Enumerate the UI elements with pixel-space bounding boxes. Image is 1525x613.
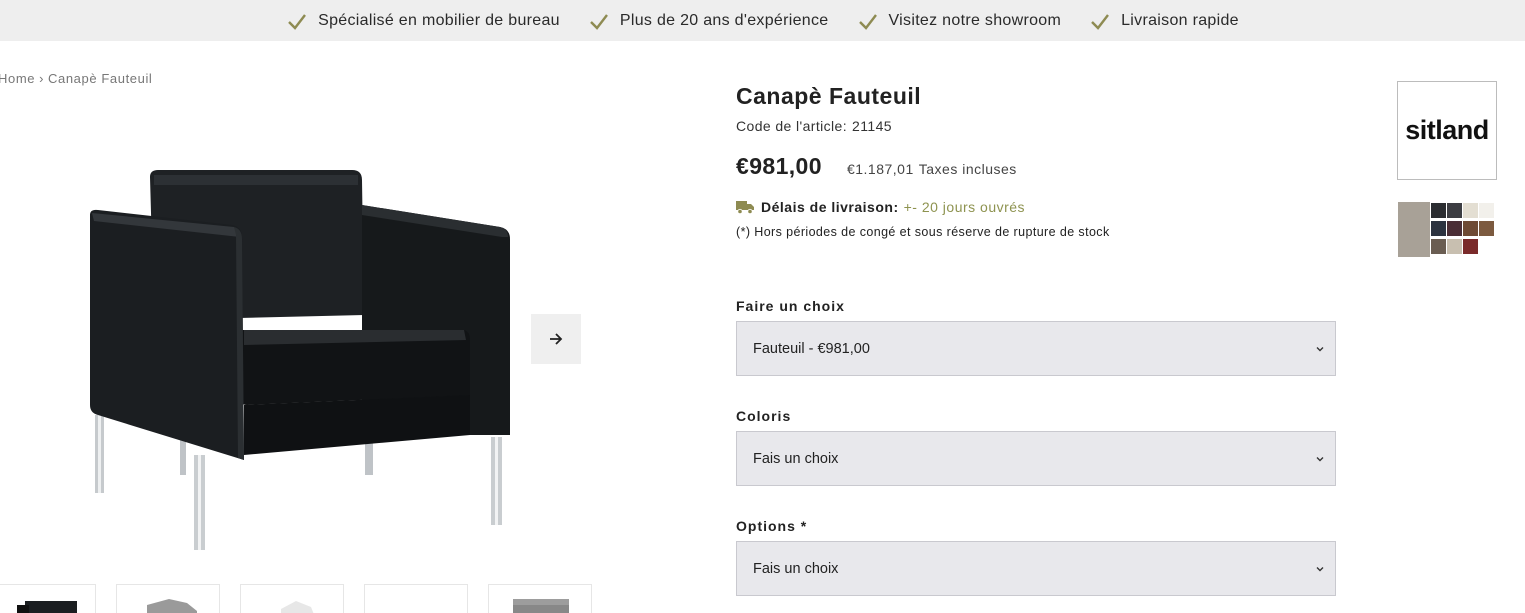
breadcrumb-separator: › xyxy=(39,71,45,86)
chevron-down-icon xyxy=(1316,457,1324,462)
color-select[interactable]: Fais un choix xyxy=(736,431,1336,486)
product-sku: Code de l'article: 21145 xyxy=(736,118,892,134)
option-label-color: Coloris xyxy=(736,408,792,424)
delivery-info: Délais de livraison: +- 20 jours ouvrés xyxy=(736,199,1025,215)
thumbnail-strip xyxy=(0,584,592,613)
options-select-value: Fais un choix xyxy=(753,560,839,577)
usp-item: Plus de 20 ans d'expérience xyxy=(588,10,829,32)
armchair-thumbnail-image xyxy=(281,601,314,613)
usp-label: Spécialisé en mobilier de bureau xyxy=(318,11,560,29)
breadcrumb-home-link[interactable]: Home xyxy=(0,71,35,86)
option-label-choice: Faire un choix xyxy=(736,298,845,314)
next-image-button[interactable] xyxy=(531,314,581,364)
chevron-down-icon xyxy=(1316,347,1324,352)
thumbnail[interactable] xyxy=(116,584,220,613)
usp-bar: Spécialisé en mobilier de bureau Plus de… xyxy=(0,0,1525,41)
options-select[interactable]: Fais un choix xyxy=(736,541,1336,596)
breadcrumb: Home › Canapè Fauteuil xyxy=(0,71,152,86)
thumbnail[interactable] xyxy=(364,584,468,613)
delivery-label: Délais de livraison: xyxy=(761,199,899,215)
delivery-value: +- 20 jours ouvrés xyxy=(903,199,1026,215)
option-label-options: Options * xyxy=(736,518,808,534)
usp-item: Visitez notre showroom xyxy=(857,10,1062,32)
brand-logo[interactable]: sitland xyxy=(1397,81,1497,180)
thumbnail[interactable] xyxy=(488,584,592,613)
usp-item: Livraison rapide xyxy=(1089,10,1239,32)
choice-select-value: Fauteuil - €981,00 xyxy=(753,340,870,357)
armchair-thumbnail-image xyxy=(147,599,197,613)
choice-select[interactable]: Fauteuil - €981,00 xyxy=(736,321,1336,376)
thumbnail[interactable] xyxy=(0,584,96,613)
sku-label: Code de l'article: xyxy=(736,118,848,134)
product-title: Canapè Fauteuil xyxy=(736,83,922,109)
truck-icon xyxy=(736,201,754,215)
check-icon xyxy=(858,13,877,30)
color-select-value: Fais un choix xyxy=(753,450,839,467)
sofa-thumbnail-image xyxy=(513,599,569,613)
chevron-down-icon xyxy=(1316,567,1324,572)
thumbnail[interactable] xyxy=(240,584,344,613)
check-icon xyxy=(288,13,307,30)
armchair-thumbnail-image xyxy=(17,601,77,613)
usp-label: Plus de 20 ans d'expérience xyxy=(619,11,829,29)
stock-note: (*) Hors périodes de congé et sous réser… xyxy=(736,225,1110,239)
arrow-right-icon xyxy=(550,333,563,345)
color-swatches-image[interactable] xyxy=(1398,202,1496,257)
check-icon xyxy=(1091,13,1110,30)
usp-item: Spécialisé en mobilier de bureau xyxy=(286,10,560,32)
check-icon xyxy=(590,13,608,30)
usp-label: Livraison rapide xyxy=(1121,11,1239,29)
product-price: €981,00 xyxy=(736,153,822,179)
price-incl-tax: €1.187,01 Taxes incluses xyxy=(847,161,1017,177)
price-incl-label: Taxes incluses xyxy=(918,161,1017,177)
armchair-image[interactable] xyxy=(62,115,532,560)
brand-logo-text: sitland xyxy=(1405,115,1489,145)
breadcrumb-current: Canapè Fauteuil xyxy=(48,71,153,86)
usp-label: Visitez notre showroom xyxy=(888,11,1062,29)
price-row: €981,00 €1.187,01 Taxes incluses xyxy=(736,153,1017,180)
price-incl-value: €1.187,01 xyxy=(846,161,914,177)
sku-value: 21145 xyxy=(852,118,892,134)
